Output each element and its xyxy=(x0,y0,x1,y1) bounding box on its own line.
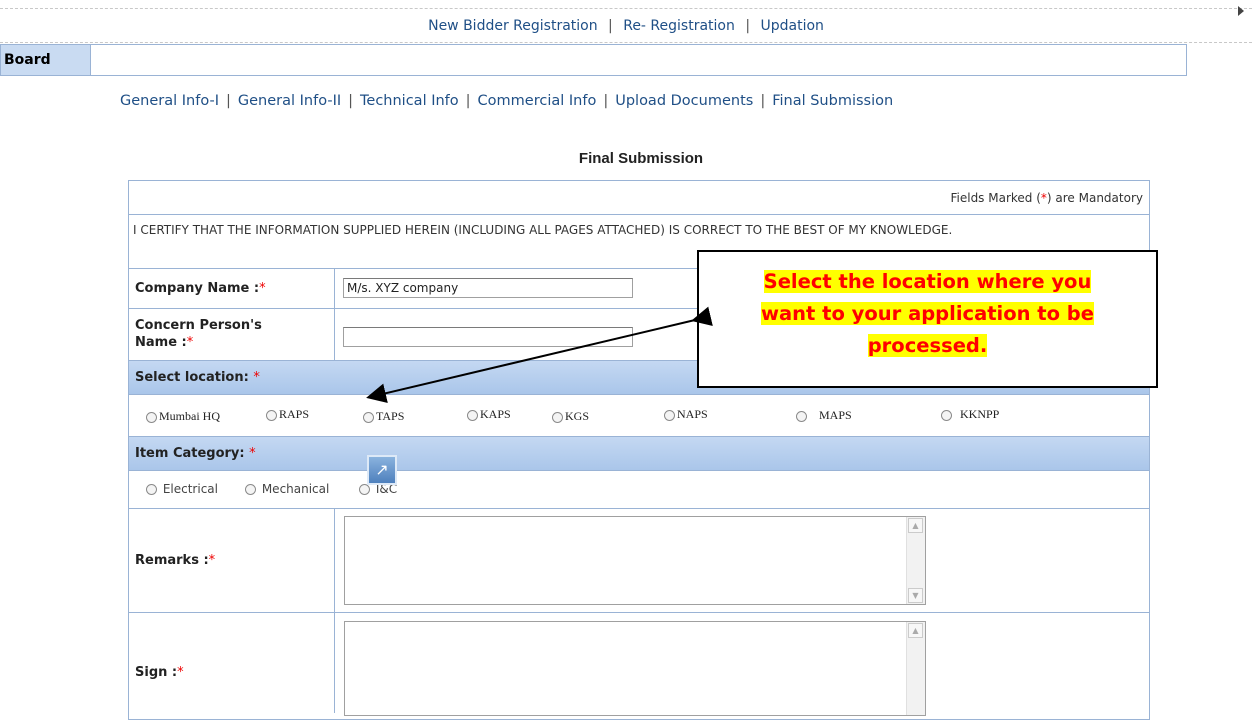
sign-label-text: Sign : xyxy=(135,665,178,680)
location-option-naps[interactable]: NAPS xyxy=(664,407,708,422)
tab-separator: | xyxy=(225,93,231,109)
location-option-kgs[interactable]: KGS xyxy=(552,409,589,424)
top-divider xyxy=(0,8,1252,9)
scroll-down-icon[interactable]: ▼ xyxy=(908,588,923,603)
form-tabs: General Info-I | General Info-II | Technical… xyxy=(120,93,893,109)
scroll-up-icon[interactable]: ▲ xyxy=(908,623,923,638)
location-option-label: TAPS xyxy=(376,409,405,423)
tab-separator: | xyxy=(760,93,766,109)
item-category-header: Item Category: * xyxy=(129,437,1149,471)
location-option-raps[interactable]: RAPS xyxy=(266,407,309,422)
page-title: Final Submission xyxy=(578,150,704,167)
category-option-label: Mechanical xyxy=(261,482,330,496)
location-option-maps[interactable]: MAPS xyxy=(796,408,852,423)
location-option-kknpp[interactable]: KKNPP xyxy=(941,407,999,422)
radio-icon[interactable] xyxy=(552,411,563,423)
tab-separator: | xyxy=(603,93,609,109)
radio-icon[interactable] xyxy=(941,409,952,421)
location-option-label: MAPS xyxy=(819,408,852,422)
nav-separator: | xyxy=(745,18,751,34)
required-marker: * xyxy=(253,370,260,385)
re-registration-link[interactable]: Re- Registration xyxy=(623,18,735,34)
location-option-label: NAPS xyxy=(677,407,708,421)
nav-divider xyxy=(0,42,1252,43)
location-option-label: KAPS xyxy=(480,407,511,421)
select-location-label: Select location: xyxy=(135,370,254,385)
sign-label: Sign :* xyxy=(129,613,335,713)
board-label: Board xyxy=(1,45,91,75)
required-marker: * xyxy=(186,335,194,350)
tab-separator: | xyxy=(348,93,354,109)
location-option-label: RAPS xyxy=(279,407,310,421)
tab-upload-documents[interactable]: Upload Documents xyxy=(615,93,753,109)
required-marker: * xyxy=(177,665,184,680)
sign-textarea[interactable]: ▲ xyxy=(344,621,926,716)
concern-person-label: Concern Person's Name :* xyxy=(129,309,335,360)
concern-person-label-line1: Concern Person's xyxy=(135,318,262,333)
radio-icon[interactable] xyxy=(664,409,675,421)
scroll-up-icon[interactable]: ▲ xyxy=(908,518,923,533)
location-option-label: KGS xyxy=(565,409,590,423)
mandatory-note: Fields Marked (*) are Mandatory xyxy=(129,181,1149,215)
radio-icon[interactable] xyxy=(146,484,157,495)
radio-icon[interactable] xyxy=(363,411,374,423)
callout-line-3: processed. xyxy=(867,334,988,357)
tab-final-submission[interactable]: Final Submission xyxy=(772,93,893,109)
callout-line-1: Select the location where you xyxy=(763,270,1092,293)
required-marker: * xyxy=(259,281,266,296)
radio-icon[interactable] xyxy=(359,484,370,495)
callout-line-2: want to your application to be xyxy=(761,302,1094,325)
nav-separator: | xyxy=(608,18,613,34)
company-name-label-text: Company Name : xyxy=(135,281,260,296)
category-options: Electrical Mechanical I&C xyxy=(129,471,1149,509)
tab-general-info-1[interactable]: General Info-I xyxy=(120,93,219,109)
company-name-label: Company Name :* xyxy=(129,269,335,308)
sign-scrollbar[interactable]: ▲ xyxy=(906,622,925,715)
location-options: Mumbai HQ RAPS TAPS KAPS KGS NAPS MAPS K… xyxy=(129,395,1149,437)
tab-separator: | xyxy=(465,93,471,109)
mandatory-note-suffix: ) are Mandatory xyxy=(1046,191,1143,205)
concern-person-input[interactable] xyxy=(343,327,633,347)
location-option-taps[interactable]: TAPS xyxy=(363,409,404,424)
location-option-mumbai-hq[interactable]: Mumbai HQ xyxy=(146,409,220,424)
remarks-row: Remarks :* ▲ ▼ xyxy=(129,509,1149,613)
category-option-electrical[interactable]: Electrical xyxy=(146,482,218,496)
expand-icon[interactable]: ↗ xyxy=(367,455,397,485)
radio-icon[interactable] xyxy=(266,409,277,421)
board-bar: Board xyxy=(0,44,1187,76)
location-option-label: Mumbai HQ xyxy=(159,409,220,423)
sign-row: Sign :* ▲ xyxy=(129,613,1149,716)
item-category-label: Item Category: xyxy=(135,446,250,461)
radio-icon[interactable] xyxy=(146,411,157,423)
company-name-input[interactable] xyxy=(343,278,633,298)
location-option-kaps[interactable]: KAPS xyxy=(467,407,511,422)
concern-person-label-line2: Name : xyxy=(135,335,187,350)
radio-icon[interactable] xyxy=(796,410,807,422)
updation-link[interactable]: Updation xyxy=(760,18,823,34)
annotation-callout: Select the location where you want to yo… xyxy=(697,250,1158,388)
category-option-label: Electrical xyxy=(162,482,218,496)
radio-icon[interactable] xyxy=(245,484,256,495)
remarks-label-text: Remarks : xyxy=(135,553,209,568)
remarks-label: Remarks :* xyxy=(129,509,335,612)
mandatory-note-prefix: Fields Marked ( xyxy=(950,191,1041,205)
required-marker: * xyxy=(249,446,256,461)
location-option-label: KKNPP xyxy=(960,407,1000,421)
tab-commercial-info[interactable]: Commercial Info xyxy=(478,93,597,109)
new-bidder-registration-link[interactable]: New Bidder Registration xyxy=(428,18,598,34)
play-icon xyxy=(1238,6,1244,16)
tab-technical-info[interactable]: Technical Info xyxy=(360,93,459,109)
tab-general-info-2[interactable]: General Info-II xyxy=(238,93,341,109)
remarks-scrollbar[interactable]: ▲ ▼ xyxy=(906,517,925,604)
remarks-textarea[interactable]: ▲ ▼ xyxy=(344,516,926,605)
category-option-mechanical[interactable]: Mechanical xyxy=(245,482,329,496)
radio-icon[interactable] xyxy=(467,409,478,421)
required-marker: * xyxy=(208,553,216,568)
registration-nav: New Bidder Registration | Re- Registrati… xyxy=(0,18,1252,34)
